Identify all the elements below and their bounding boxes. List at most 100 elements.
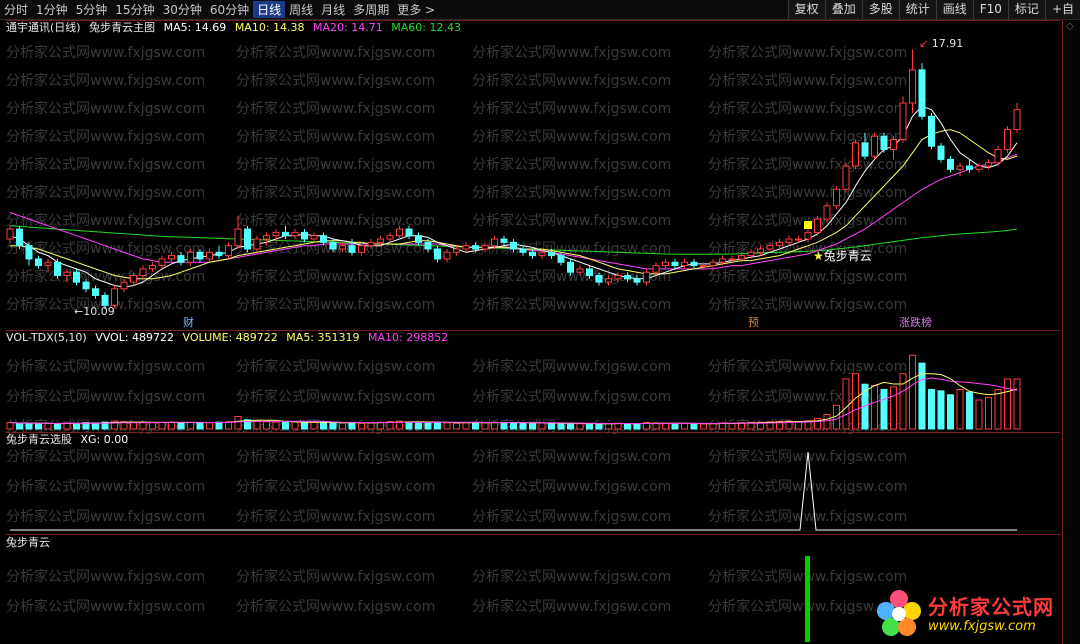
signal-annotation: ★兔步青云 [813,249,872,263]
candle-body [396,228,403,237]
logo-url: www.fxjgsw.com [928,619,1036,634]
volume-bar [662,422,669,430]
candle-body [576,268,584,273]
candle-body [605,278,612,283]
volume-bar [595,423,603,430]
volume-bar [462,422,470,430]
candle-body [624,275,631,280]
candle-body [842,165,850,190]
signal-marker [804,221,812,230]
candle-body [880,135,888,150]
candle-body [310,235,318,240]
event-marker-cai[interactable]: 财 [183,314,194,330]
candle-body [994,148,1002,164]
candle-body [795,238,802,241]
candle-body [861,142,869,157]
volume-bar [538,422,546,430]
candle-body [833,188,840,207]
candle-body [947,158,954,170]
candle-body [263,235,270,240]
candle-body [757,248,764,253]
candle-body [472,245,479,250]
volume-bar [671,423,679,430]
volume-bar [253,420,261,430]
event-marker-zhangdiebang[interactable]: 涨跌榜 [899,314,932,330]
volume-bar [139,422,147,430]
candle-body [975,165,983,170]
volume-bar [73,422,80,430]
candle-body [776,241,783,247]
candle-body [567,261,574,273]
volume-bar [301,422,308,430]
candle-body [101,294,109,306]
candle-body [595,275,603,283]
volume-bar [1013,378,1021,430]
volume-bar [624,423,631,430]
candle-body [1004,129,1011,150]
candle-body [462,245,470,250]
volume-bar [415,421,422,430]
candle-body [804,231,812,240]
candle-body [120,281,128,290]
candle-body [453,248,460,253]
volume-bar [443,422,451,430]
signal-bar [805,556,810,642]
candle-body [738,255,745,260]
volume-bar [44,422,52,430]
volume-bar [320,421,327,430]
volume-bar [605,423,612,430]
event-marker-yu[interactable]: 预 [748,314,759,330]
candle-body [500,238,508,243]
volume-bar [263,421,270,430]
candle-body [785,238,793,243]
candle-body [434,248,441,260]
volume-bar [367,422,375,430]
volume-bar [187,421,194,430]
candle-body [823,205,831,220]
candle-body [272,231,280,237]
volume-bar [709,422,717,430]
candle-body [73,271,80,283]
candle-body [320,235,327,243]
volume-bar [130,421,137,430]
candle-body [16,228,23,247]
volume-bar [842,378,850,430]
volume-bar [54,423,61,430]
candle-body [215,251,223,257]
candle-body [92,288,99,296]
volume-bar [586,422,593,430]
volume-bar [975,399,983,430]
volume-bar [880,389,888,430]
volume-bar [63,422,71,430]
candle-body [852,142,859,167]
candle-body [899,102,907,141]
candle-body [329,241,337,250]
candle-body [481,245,489,250]
candle-body [538,251,546,257]
candle-body [339,245,346,250]
candle-body [415,235,422,243]
volume-bar [282,421,289,430]
candle-body [158,258,166,267]
candle-body [196,251,204,260]
volume-bar [728,422,736,430]
volume-bar [633,423,641,430]
volume-bar [168,421,175,430]
volume-bar [348,421,356,430]
volume-bar [358,422,365,430]
volume-bar [956,389,964,430]
volume-bar [339,422,346,430]
volume-bar [966,391,973,430]
volume-bar [557,423,565,430]
candle-body [766,245,774,250]
candle-body [443,251,451,260]
volume-bar [890,386,897,430]
candle-body [557,255,565,263]
candle-body [253,238,261,250]
volume-bar [500,421,508,430]
candle-body [700,265,707,268]
volume-bar [434,421,441,430]
volume-bar [149,422,156,430]
candle-body [586,268,593,277]
volume-bar [985,396,992,430]
